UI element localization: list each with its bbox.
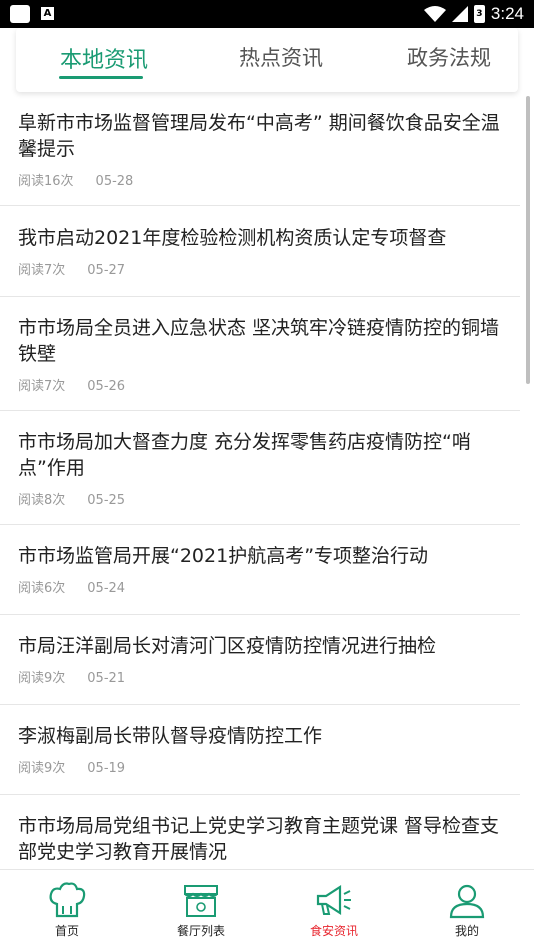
scrollbar[interactable] [526, 96, 530, 384]
signal-icon [451, 6, 468, 22]
list-item[interactable]: 市市场局全员进入应急状态 坚决筑牢冷链疫情防控的铜墙铁壁 阅读7次 05-26 [0, 315, 520, 411]
megaphone-icon [316, 884, 351, 916]
list-item[interactable]: 李淑梅副局长带队督导疫情防控工作 阅读9次 05-19 [0, 723, 520, 795]
user-icon [449, 884, 485, 919]
news-title: 市市场局全员进入应急状态 坚决筑牢冷链疫情防控的铜墙铁壁 [18, 317, 500, 365]
chef-hat-icon [49, 882, 86, 918]
tab-government-regulations[interactable]: 政务法规 [407, 42, 491, 72]
news-title: 市局汪洋副局长对清河门区疫情防控情况进行抽检 [18, 635, 437, 657]
news-date: 05-27 [87, 263, 126, 278]
news-date: 05-24 [87, 581, 126, 596]
nav-restaurant-list-label: 餐厅列表 [176, 924, 225, 938]
news-date: 05-25 [87, 493, 126, 508]
active-tab-indicator [59, 76, 143, 79]
wifi-icon [423, 6, 446, 22]
nav-home[interactable]: 首页 [17, 882, 117, 939]
news-date: 05-19 [87, 761, 126, 776]
tab-hot-news[interactable]: 热点资讯 [239, 42, 323, 72]
news-title: 市市场局局党组书记上党史学习教育主题党课 督导检查支部党史学习教育开展情况 [18, 815, 500, 863]
battery-icon: 3 [473, 5, 485, 23]
nav-food-safety-news[interactable]: 食安资讯 [284, 882, 384, 939]
tab-local-news[interactable]: 本地资讯 [60, 42, 148, 74]
read-count: 阅读16次 [18, 174, 74, 189]
list-item[interactable]: 我市启动2021年度检验检测机构资质认定专项督查 阅读7次 05-27 [0, 225, 520, 297]
status-bar: A 3 3:24 [0, 0, 534, 28]
news-title: 市市场监管局开展“2021护航高考”专项整治行动 [18, 545, 429, 567]
news-title: 市市场局加大督查力度 充分发挥零售药店疫情防控“哨点”作用 [18, 431, 471, 479]
notification-icon [10, 5, 30, 23]
news-title: 我市启动2021年度检验检测机构资质认定专项督查 [18, 227, 447, 249]
list-item[interactable]: 市局汪洋副局长对清河门区疫情防控情况进行抽检 阅读9次 05-21 [0, 633, 520, 705]
read-count: 阅读7次 [18, 263, 66, 278]
news-title: 阜新市市场监督管理局发布“中高考” 期间餐饮食品安全温馨提示 [18, 112, 500, 160]
list-item[interactable]: 市市场局加大督查力度 充分发挥零售药店疫情防控“哨点”作用 阅读8次 05-25 [0, 429, 520, 525]
list-item[interactable]: 市市场局局党组书记上党史学习教育主题党课 督导检查支部党史学习教育开展情况 [0, 813, 520, 869]
restaurant-icon [184, 885, 218, 917]
nav-profile[interactable]: 我的 [417, 882, 517, 939]
list-item[interactable]: 市市场监管局开展“2021护航高考”专项整治行动 阅读6次 05-24 [0, 543, 520, 615]
read-count: 阅读9次 [18, 761, 66, 776]
read-count: 阅读9次 [18, 671, 66, 686]
list-item[interactable]: 阜新市市场监督管理局发布“中高考” 期间餐饮食品安全温馨提示 阅读16次 05-2… [0, 110, 520, 206]
read-count: 阅读8次 [18, 493, 66, 508]
news-title: 李淑梅副局长带队督导疫情防控工作 [18, 725, 323, 747]
app-notification-icon: A [41, 7, 54, 20]
nav-food-safety-news-label: 食安资讯 [309, 924, 358, 938]
read-count: 阅读6次 [18, 581, 66, 596]
news-list[interactable]: 阜新市市场监督管理局发布“中高考” 期间餐饮食品安全温馨提示 阅读16次 05-2… [0, 94, 534, 869]
bottom-nav: 首页 餐厅列表 食安资讯 我的 [0, 869, 534, 950]
nav-restaurant-list[interactable]: 餐厅列表 [151, 882, 251, 939]
news-date: 05-28 [95, 174, 134, 189]
news-date: 05-26 [87, 379, 126, 394]
news-tabs: 本地资讯 热点资讯 政务法规 [16, 28, 518, 92]
news-date: 05-21 [87, 671, 126, 686]
status-time: 3:24 [490, 4, 524, 23]
nav-profile-label: 我的 [454, 924, 479, 938]
read-count: 阅读7次 [18, 379, 66, 394]
nav-home-label: 首页 [54, 924, 79, 938]
